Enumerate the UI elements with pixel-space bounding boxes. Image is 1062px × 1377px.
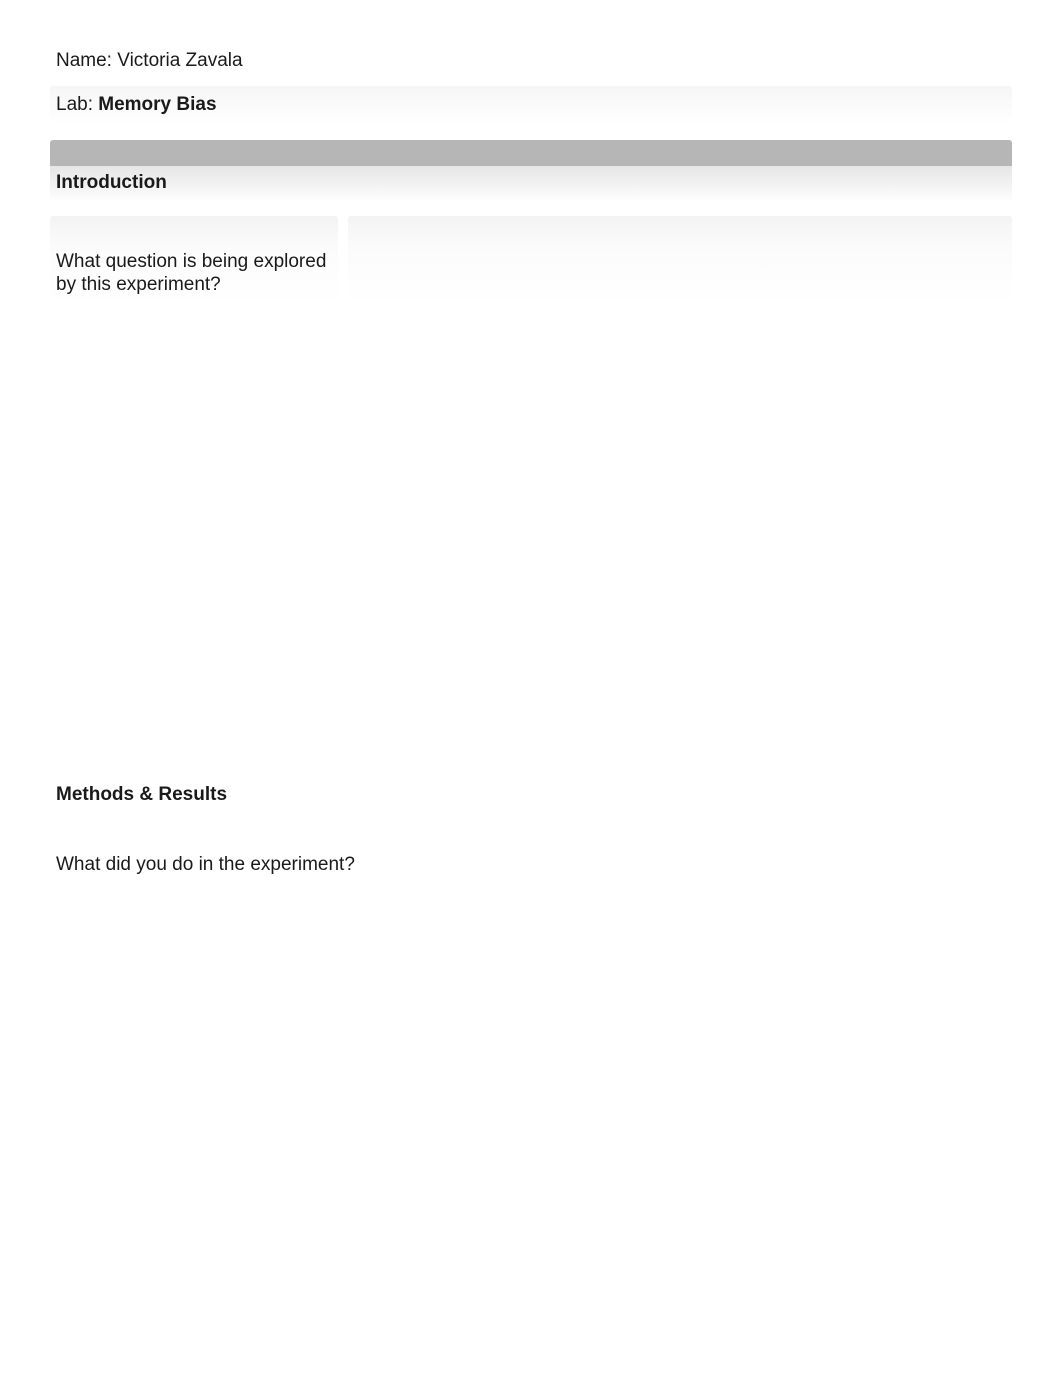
intro-answer-cell[interactable]: [348, 216, 1012, 304]
methods-question: What did you do in the experiment?: [50, 854, 1012, 876]
intro-question-row: What question is being explored by this …: [50, 216, 1012, 304]
name-value: Victoria Zavala: [117, 50, 242, 71]
intro-question-cell: What question is being explored by this …: [50, 216, 338, 304]
methods-heading: Methods & Results: [50, 784, 1012, 806]
name-line: Name: Victoria Zavala: [50, 50, 1012, 72]
blurred-region: [50, 304, 1012, 784]
lab-row: Lab: Memory Bias: [50, 86, 1012, 124]
name-label: Name:: [56, 50, 117, 71]
lab-report-page: Name: Victoria Zavala Lab: Memory Bias I…: [0, 0, 1062, 876]
introduction-block: Introduction: [50, 140, 1012, 202]
introduction-heading: Introduction: [50, 166, 1012, 202]
lab-label: Lab:: [56, 94, 98, 115]
section-bar: [50, 140, 1012, 166]
lab-value: Memory Bias: [98, 94, 216, 115]
